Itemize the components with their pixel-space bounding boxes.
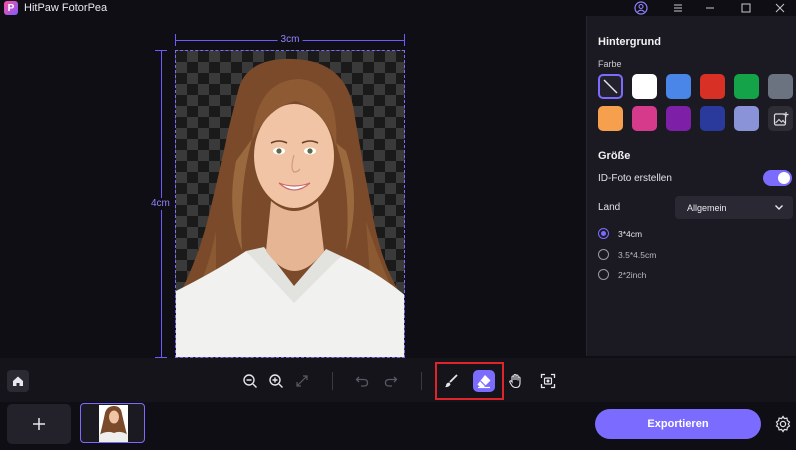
width-dimension: 3cm <box>175 34 405 46</box>
country-select-value: Allgemein <box>687 202 727 213</box>
id-photo-label: ID-Foto erstellen <box>598 173 672 184</box>
id-photo-toggle[interactable] <box>763 170 792 186</box>
maximize-icon[interactable] <box>738 0 754 16</box>
portrait-image <box>176 58 404 357</box>
height-dimension: 4cm <box>151 50 170 358</box>
portrait-photo[interactable] <box>175 50 405 358</box>
hand-tool-button[interactable] <box>505 370 527 392</box>
color-swatch-orange[interactable] <box>598 106 623 131</box>
color-swatch-purple[interactable] <box>666 106 691 131</box>
toolbar-divider <box>332 372 333 390</box>
undo-button[interactable] <box>351 370 373 392</box>
gear-icon <box>775 415 791 433</box>
size-radio-2x2inch[interactable] <box>598 269 609 280</box>
redo-button[interactable] <box>380 370 402 392</box>
country-select[interactable]: Allgemein <box>675 196 793 219</box>
settings-panel: Hintergrund Farbe Größe ID-Foto erstelle… <box>586 16 796 356</box>
size-option-label: 2*2inch <box>618 270 647 280</box>
crop-tool-button[interactable] <box>537 370 559 392</box>
export-button[interactable]: Exportieren <box>595 409 761 439</box>
close-icon[interactable] <box>772 0 788 16</box>
title-bar: P HitPaw FotorPea <box>0 0 796 16</box>
color-swatch-red[interactable] <box>700 74 725 99</box>
zoom-in-icon <box>269 374 283 388</box>
size-option-label: 3.5*4.5cm <box>618 250 657 260</box>
active-tools-highlight <box>435 362 504 400</box>
color-swatch-blue[interactable] <box>666 74 691 99</box>
fit-button[interactable] <box>291 370 313 392</box>
app-title: HitPaw FotorPea <box>24 2 108 14</box>
hand-icon <box>509 373 521 389</box>
zoom-in-button[interactable] <box>265 370 287 392</box>
color-swatch-lavender[interactable] <box>734 106 759 131</box>
height-label: 4cm <box>151 198 170 210</box>
settings-button[interactable] <box>773 414 793 434</box>
menu-icon[interactable] <box>670 0 686 16</box>
plus-icon <box>33 418 45 430</box>
color-swatch-green[interactable] <box>734 74 759 99</box>
editor-canvas[interactable]: 3cm 4cm <box>0 16 585 358</box>
minimize-icon[interactable] <box>702 0 718 16</box>
chevron-down-icon <box>775 205 783 210</box>
color-swatch-none[interactable] <box>598 74 623 99</box>
toolbar-divider <box>421 372 422 390</box>
app-window: P HitPaw FotorPea 3cm 4cm Hintergrund Fa… <box>0 0 796 450</box>
color-label: Farbe <box>598 59 622 69</box>
background-section-title: Hintergrund <box>598 36 661 48</box>
home-icon <box>13 376 23 386</box>
home-button[interactable] <box>7 370 29 392</box>
add-image-button[interactable] <box>7 404 71 444</box>
image-upload-icon <box>773 111 788 126</box>
zoom-out-button[interactable] <box>239 370 261 392</box>
bottom-toolbar <box>0 358 796 402</box>
size-radio-3-5x4-5[interactable] <box>598 249 609 260</box>
undo-icon <box>355 376 369 387</box>
upload-background-button[interactable] <box>768 106 793 131</box>
bottom-strip: Exportieren <box>0 402 796 450</box>
color-swatch-gray[interactable] <box>768 74 793 99</box>
color-swatch-navy[interactable] <box>700 106 725 131</box>
width-label: 3cm <box>277 34 303 46</box>
image-thumbnail[interactable] <box>80 403 145 443</box>
size-section-title: Größe <box>598 150 631 162</box>
country-label: Land <box>598 202 621 213</box>
account-icon[interactable] <box>632 0 650 16</box>
color-swatch-pink[interactable] <box>632 106 657 131</box>
color-swatch-white[interactable] <box>632 74 657 99</box>
size-radio-3x4[interactable] <box>598 228 609 239</box>
crop-icon <box>540 373 556 389</box>
app-logo: P <box>4 1 18 15</box>
thumbnail-portrait <box>99 405 128 442</box>
redo-icon <box>384 376 398 387</box>
zoom-out-icon <box>243 374 257 388</box>
size-option-label: 3*4cm <box>618 229 643 239</box>
fit-icon <box>296 375 308 387</box>
